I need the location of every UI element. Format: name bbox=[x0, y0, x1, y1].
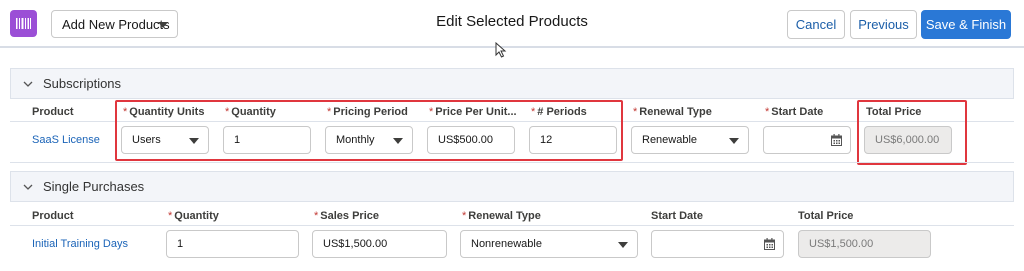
renewal-type-value: Nonrenewable bbox=[471, 238, 542, 250]
divider bbox=[10, 162, 1014, 163]
calendar-icon[interactable] bbox=[831, 134, 842, 146]
col-total-price: Total Price bbox=[798, 210, 854, 222]
divider bbox=[10, 98, 1014, 99]
total-price-field: US$1,500.00 bbox=[798, 230, 931, 258]
total-price-value: US$1,500.00 bbox=[809, 238, 874, 250]
header: Add New Products Edit Selected Products … bbox=[0, 0, 1024, 48]
renewal-type-value: Renewable bbox=[642, 134, 698, 146]
caret-down-icon bbox=[618, 242, 628, 248]
col-renewal-type: * Renewal Type bbox=[633, 106, 712, 118]
single-purchases-title: Single Purchases bbox=[43, 179, 145, 194]
col-quantity: * Quantity bbox=[168, 210, 219, 222]
save-finish-button[interactable]: Save & Finish bbox=[921, 10, 1011, 39]
chevron-down-icon bbox=[23, 81, 33, 87]
chevron-down-icon bbox=[23, 184, 33, 190]
add-new-products-dropdown[interactable]: Add New Products bbox=[51, 10, 178, 38]
highlight-box bbox=[115, 100, 623, 161]
col-renewal-type: * Renewal Type bbox=[462, 210, 541, 222]
col-product: Product bbox=[32, 210, 74, 222]
sales-price-value: US$1,500.00 bbox=[323, 238, 388, 250]
renewal-type-select[interactable]: Renewable bbox=[631, 126, 749, 154]
start-date-input[interactable] bbox=[763, 126, 851, 154]
previous-button[interactable]: Previous bbox=[850, 10, 917, 39]
subscriptions-section-header[interactable]: Subscriptions bbox=[10, 68, 1014, 98]
cancel-button[interactable]: Cancel bbox=[787, 10, 845, 39]
single-purchases-section-header[interactable]: Single Purchases bbox=[10, 171, 1014, 201]
caret-down-icon bbox=[158, 22, 168, 28]
divider bbox=[10, 201, 1014, 202]
col-start-date: * Start Date bbox=[765, 106, 824, 118]
product-link-initial-training-days[interactable]: Initial Training Days bbox=[32, 238, 128, 250]
start-date-input[interactable] bbox=[651, 230, 784, 258]
calendar-icon[interactable] bbox=[764, 238, 775, 250]
caret-down-icon bbox=[729, 138, 739, 144]
subscriptions-title: Subscriptions bbox=[43, 76, 122, 91]
quantity-value: 1 bbox=[177, 238, 184, 250]
highlight-box bbox=[857, 100, 967, 165]
quantity-input[interactable]: 1 bbox=[166, 230, 299, 258]
col-start-date: Start Date bbox=[651, 210, 703, 222]
sales-price-input[interactable]: US$1,500.00 bbox=[312, 230, 447, 258]
col-product: Product bbox=[32, 106, 74, 118]
col-sales-price: * Sales Price bbox=[314, 210, 379, 222]
add-new-products-label: Add New Products bbox=[62, 16, 170, 32]
divider bbox=[10, 225, 1014, 226]
product-link-saas-license[interactable]: SaaS License bbox=[32, 134, 100, 146]
cursor-icon bbox=[495, 42, 507, 58]
barcode-icon[interactable] bbox=[10, 10, 37, 37]
renewal-type-select[interactable]: Nonrenewable bbox=[460, 230, 638, 258]
